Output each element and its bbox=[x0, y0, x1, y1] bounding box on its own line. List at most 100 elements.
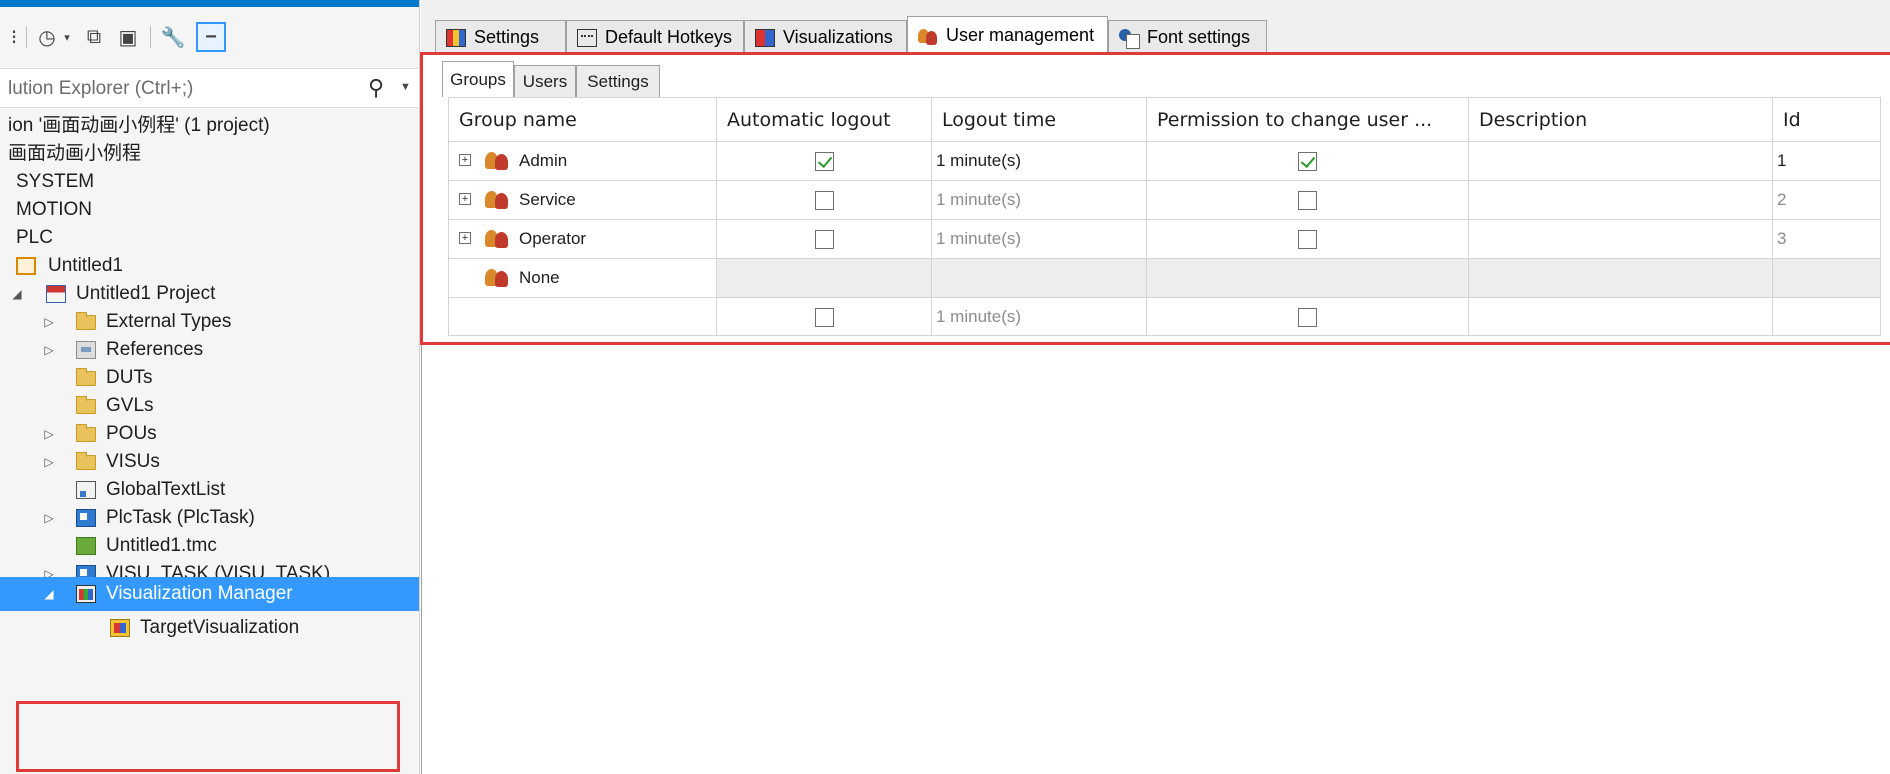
subtab-users[interactable]: Users bbox=[514, 65, 576, 97]
toolbar-overflow-icon[interactable]: ⁝ bbox=[6, 22, 22, 52]
tree-item-label: Visualization Manager bbox=[106, 583, 293, 604]
history-icon[interactable]: ◷ bbox=[34, 22, 60, 52]
tab-visualizations[interactable]: Visualizations bbox=[744, 20, 907, 54]
description-cell[interactable] bbox=[1468, 297, 1773, 336]
group-name-content: + Operator bbox=[453, 221, 716, 258]
description-cell[interactable] bbox=[1468, 141, 1773, 181]
toolbar-separator bbox=[150, 26, 151, 48]
description-cell[interactable] bbox=[1468, 219, 1773, 259]
group-name: Service bbox=[519, 190, 576, 209]
settings-icon bbox=[446, 28, 466, 47]
automatic-logout-checkbox[interactable] bbox=[814, 230, 834, 249]
visualization-manager-icon bbox=[76, 585, 96, 603]
project-icon bbox=[46, 285, 66, 303]
subtab-label: Users bbox=[522, 71, 568, 91]
column-header-automatic-logout[interactable]: Automatic logout bbox=[716, 97, 932, 142]
references-icon bbox=[76, 341, 96, 359]
search-options-dropdown-icon[interactable]: ▼ bbox=[400, 81, 411, 93]
properties-icon[interactable]: ▣ bbox=[114, 22, 142, 52]
pin-icon[interactable]: − bbox=[196, 22, 226, 52]
groups-grid-container: Group name Automatic logout Logout time … bbox=[448, 97, 1881, 336]
column-header-permission[interactable]: Permission to change user ... bbox=[1146, 97, 1469, 142]
group-name: Admin bbox=[519, 151, 568, 170]
tab-label: Visualizations bbox=[783, 27, 893, 47]
permission-checkbox[interactable] bbox=[1298, 307, 1317, 327]
table-row-new[interactable]: 1 minute(s) bbox=[448, 297, 1881, 336]
tree-item-visu-task[interactable]: ▷ VISU_TASK (VISU_TASK) bbox=[0, 557, 419, 577]
column-header-group-name[interactable]: Group name bbox=[448, 97, 717, 142]
description-cell[interactable] bbox=[1468, 180, 1773, 220]
tab-font-settings[interactable]: Font settings bbox=[1108, 20, 1267, 54]
tmc-file-icon bbox=[76, 537, 96, 555]
collapse-arrow-icon[interactable]: ◢ bbox=[42, 577, 56, 611]
search-input[interactable]: lution Explorer (Ctrl+;) ⚲ ▼ bbox=[0, 68, 419, 108]
id-cell bbox=[1772, 297, 1881, 336]
id-cell bbox=[1772, 258, 1881, 298]
tab-label: Font settings bbox=[1147, 27, 1251, 47]
user-group-icon bbox=[485, 191, 509, 209]
id-cell: 3 bbox=[1772, 219, 1881, 259]
expand-arrow-icon[interactable]: ▷ bbox=[42, 557, 56, 577]
table-row-service[interactable]: + Service 1 minute(s) 2 bbox=[448, 180, 1881, 220]
subtab-label: Settings bbox=[587, 71, 649, 91]
automatic-logout-checkbox[interactable] bbox=[814, 307, 834, 327]
group-name: Operator bbox=[519, 229, 587, 248]
id-cell: 1 bbox=[1772, 141, 1881, 181]
expand-plus-icon[interactable]: + bbox=[459, 193, 471, 205]
permission-checkbox[interactable] bbox=[1298, 191, 1317, 210]
permission-checkbox[interactable] bbox=[1298, 152, 1317, 171]
table-row-operator[interactable]: + Operator 1 minute(s) 3 bbox=[448, 219, 1881, 259]
tab-user-management[interactable]: User management bbox=[907, 16, 1108, 54]
table-row-none[interactable]: None bbox=[448, 258, 1881, 298]
expand-plus-icon[interactable]: + bbox=[459, 154, 471, 166]
user-group-icon bbox=[485, 152, 509, 170]
permission-checkbox[interactable] bbox=[1298, 230, 1317, 249]
group-name: None bbox=[519, 268, 560, 287]
logout-time-cell[interactable]: 1 minute(s) bbox=[931, 297, 1147, 336]
text-list-icon bbox=[76, 481, 96, 499]
wrench-icon[interactable]: 🔧 bbox=[158, 22, 188, 52]
description-cell bbox=[1468, 258, 1773, 298]
visualization-icon bbox=[755, 28, 775, 47]
table-row-admin[interactable]: + Admin 1 minute(s) 1 bbox=[448, 141, 1881, 181]
font-icon bbox=[1119, 28, 1140, 49]
logout-time-cell[interactable]: 1 minute(s) bbox=[931, 180, 1147, 220]
column-header-id[interactable]: Id bbox=[1772, 97, 1881, 142]
plc-project-icon bbox=[16, 257, 36, 275]
group-name-content: + Admin bbox=[453, 143, 716, 180]
logout-time-cell[interactable]: 1 minute(s) bbox=[931, 141, 1147, 181]
subtab-groups[interactable]: Groups bbox=[442, 61, 514, 97]
automatic-logout-cell bbox=[716, 258, 932, 298]
column-header-logout-time[interactable]: Logout time bbox=[931, 97, 1147, 142]
tab-label: User management bbox=[946, 25, 1095, 45]
automatic-logout-checkbox[interactable] bbox=[814, 191, 834, 210]
user-group-icon bbox=[485, 269, 509, 287]
tab-settings[interactable]: Settings bbox=[435, 20, 566, 54]
group-name-cell[interactable]: + Operator bbox=[448, 219, 717, 259]
tree-item-label: VISU_TASK (VISU_TASK) bbox=[106, 563, 331, 577]
history-dropdown-icon[interactable]: ▾ bbox=[60, 22, 74, 52]
automatic-logout-checkbox[interactable] bbox=[814, 152, 834, 171]
tab-default-hotkeys[interactable]: Default Hotkeys bbox=[566, 20, 744, 54]
editor-top-strip bbox=[421, 0, 1890, 10]
permission-cell bbox=[1146, 219, 1469, 259]
group-name-cell[interactable]: + Admin bbox=[448, 141, 717, 181]
group-name-content: + Service bbox=[453, 182, 716, 219]
folder-icon bbox=[76, 368, 96, 386]
column-header-description[interactable]: Description bbox=[1468, 97, 1773, 142]
group-name-content: None bbox=[453, 260, 716, 297]
search-icon[interactable]: ⚲ bbox=[368, 75, 384, 101]
toolbar-separator bbox=[26, 26, 27, 48]
group-name-cell[interactable]: None bbox=[448, 258, 717, 298]
subtab-settings[interactable]: Settings bbox=[576, 65, 660, 97]
logout-time-cell[interactable]: 1 minute(s) bbox=[931, 219, 1147, 259]
tree-item-visualization-manager[interactable]: ◢ Visualization Manager bbox=[0, 577, 419, 611]
group-name-cell[interactable]: + Service bbox=[448, 180, 717, 220]
expand-plus-icon[interactable]: + bbox=[459, 232, 471, 244]
copy-icon[interactable]: ⧉ bbox=[80, 22, 108, 52]
group-name-cell[interactable] bbox=[448, 297, 717, 336]
folder-icon bbox=[76, 424, 96, 442]
permission-cell bbox=[1146, 141, 1469, 181]
tree-item-target-visualization[interactable]: TargetVisualization bbox=[0, 611, 419, 645]
permission-cell bbox=[1146, 297, 1469, 336]
